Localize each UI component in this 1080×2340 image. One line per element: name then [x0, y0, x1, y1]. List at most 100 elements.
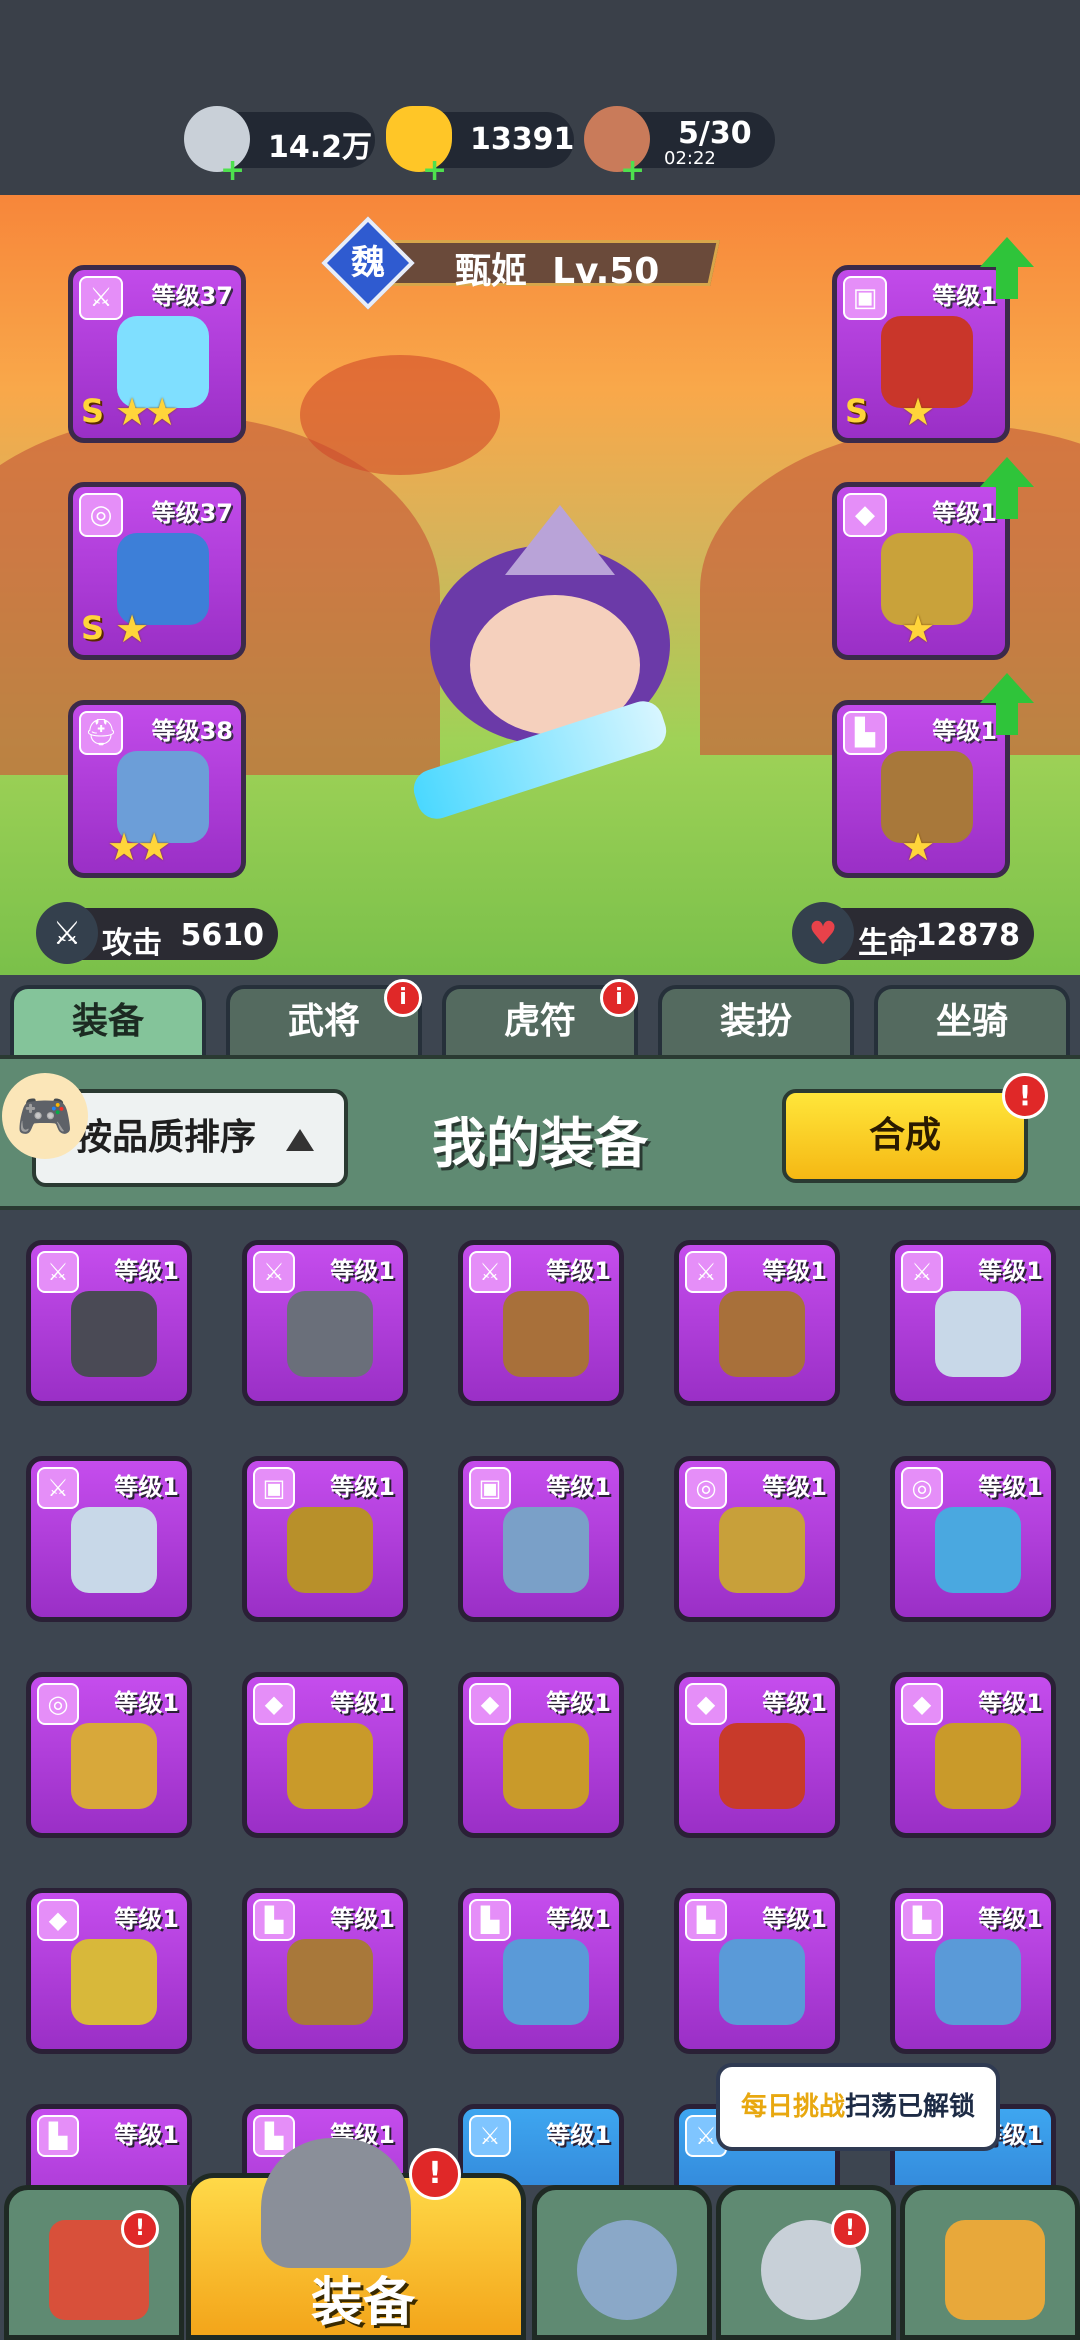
nav-battle[interactable]	[532, 2185, 712, 2340]
tab-costume[interactable]: 装扮	[658, 985, 854, 1055]
currency-bar: + 14.2万 + 13391 + 5/30 02:22	[0, 0, 1080, 195]
blue-boots-icon	[719, 1939, 805, 2025]
hp-value: 12878	[915, 918, 1020, 953]
sword-icon: ⚔	[253, 1251, 295, 1293]
bracer-icon: ◆	[685, 1683, 727, 1725]
bracer-icon: ◆	[253, 1683, 295, 1725]
gold-armor-icon	[287, 1507, 373, 1593]
attack-stat: ⚔ 攻击 5610	[36, 902, 278, 964]
hero-name-level: 甄姬 Lv.50	[455, 251, 660, 292]
crossbow-icon	[719, 1291, 805, 1377]
blue-boots-icon	[935, 1939, 1021, 2025]
inventory-item[interactable]: ◆ 等级1	[26, 1888, 192, 2054]
alert-badge: !	[1002, 1073, 1048, 1119]
inventory-item[interactable]: ▣ 等级1	[458, 1456, 624, 1622]
blue-boots-icon	[503, 1939, 589, 2025]
medal-icon: ◎	[37, 1683, 79, 1725]
inventory-item[interactable]: ⚔ 等级1	[674, 1240, 840, 1406]
inventory-item[interactable]: ⚔ 等级1	[26, 1240, 192, 1406]
item-level: 等级1	[978, 1905, 1043, 1933]
tab-equipment[interactable]: 装备	[10, 985, 206, 1055]
tab-mount[interactable]: 坐骑	[874, 985, 1070, 1055]
inventory-item[interactable]: ◆ 等级1	[242, 1672, 408, 1838]
sword-icon: ⚔	[685, 1251, 727, 1293]
inventory-item[interactable]: ◆ 等级1	[458, 1672, 624, 1838]
plus-icon[interactable]: +	[220, 156, 245, 186]
star-rating: ★	[901, 607, 935, 651]
item-level: 等级1	[762, 1473, 827, 1501]
inventory-item[interactable]: ◆ 等级1	[890, 1672, 1056, 1838]
attack-value: 5610	[180, 918, 265, 953]
plus-icon[interactable]: +	[620, 156, 645, 186]
hero-character[interactable]	[408, 505, 700, 835]
inventory-item[interactable]: ▙ 等级1	[890, 1888, 1056, 2054]
grade-label: S	[845, 392, 869, 430]
heart-icon: ♥	[792, 902, 854, 964]
tooltip-highlight: 每日挑战	[740, 2092, 845, 2122]
hero-title: 魏 甄姬 Lv.50	[321, 216, 745, 310]
item-level: 等级1	[546, 1473, 611, 1501]
info-badge: i	[600, 979, 638, 1017]
item-level: 等级38	[151, 717, 233, 745]
blue-pendant-icon	[935, 1507, 1021, 1593]
star-rating: ★	[115, 607, 149, 651]
item-level: 等级1	[546, 1905, 611, 1933]
inventory-item[interactable]: ▙ 等级1	[26, 2104, 192, 2185]
stamina-amount: 5/30	[678, 116, 752, 151]
gold-currency[interactable]: + 13391	[386, 106, 574, 186]
stamina-currency[interactable]: + 5/30 02:22	[584, 106, 775, 186]
daily-challenge-tooltip[interactable]: 每日挑战扫荡已解锁	[716, 2063, 1000, 2151]
shuriken-icon	[71, 1291, 157, 1377]
inventory-item[interactable]: ⚔ 等级1	[458, 1240, 624, 1406]
medal-icon: ◎	[901, 1467, 943, 1509]
inventory-item[interactable]: ▙ 等级1	[458, 1888, 624, 2054]
grade-label: S	[81, 609, 105, 647]
nav-challenge[interactable]: !	[716, 2185, 896, 2340]
silver-currency[interactable]: + 14.2万	[184, 106, 375, 186]
inventory-item[interactable]: ⚔ 等级1	[26, 1456, 192, 1622]
red-bracer-icon	[719, 1723, 805, 1809]
item-level: 等级1	[330, 1905, 395, 1933]
inventory-item[interactable]: ▣ 等级1	[242, 1456, 408, 1622]
boot-icon: ▙	[253, 1899, 295, 1941]
nav-equipment-label: 装备	[311, 2273, 416, 2333]
nav-upgrade[interactable]	[900, 2185, 1080, 2340]
medal-icon: ◎	[685, 1467, 727, 1509]
boot-icon: ▙	[37, 2115, 79, 2157]
boot-icon: ▙	[901, 1899, 943, 1941]
equipped-helmet-slot[interactable]: ⛑ 等级38 ★★	[68, 700, 246, 878]
inventory-item[interactable]: ◆ 等级1	[674, 1672, 840, 1838]
equipped-necklace-slot[interactable]: ◎ 等级37 S ★	[68, 482, 246, 660]
inventory-item[interactable]: ◎ 等级1	[674, 1456, 840, 1622]
equipped-weapon-slot[interactable]: ⚔ 等级37 S ★★	[68, 265, 246, 443]
info-badge: i	[384, 979, 422, 1017]
inventory-item[interactable]: ▙ 等级1	[674, 1888, 840, 2054]
plus-icon[interactable]: +	[422, 156, 447, 186]
nav-city[interactable]: !	[4, 2185, 184, 2340]
star-rating: ★	[901, 390, 935, 434]
inventory-item[interactable]: ◎ 等级1	[26, 1672, 192, 1838]
crossed-swords-icon	[577, 2220, 677, 2320]
inventory-item[interactable]: ⚔ 等级1	[242, 1240, 408, 1406]
inventory-grid: ⚔ 等级1 ⚔ 等级1 ⚔ 等级1 ⚔ 等级1 ⚔ 等级1 ⚔ 等级1 ▣ 等级1 ▣ 等级1 …	[0, 1210, 1080, 2185]
item-level: 等级1	[762, 1689, 827, 1717]
helmet-icon	[261, 2138, 411, 2268]
star-rating: ★★	[115, 390, 179, 434]
boot-icon: ▙	[843, 711, 887, 755]
boot-icon: ▙	[469, 1899, 511, 1941]
inventory-item[interactable]: ▙ 等级1	[242, 1888, 408, 2054]
jeweled-bracer-icon	[71, 1939, 157, 2025]
inventory-item[interactable]: ◎ 等级1	[890, 1456, 1056, 1622]
sword-icon: ⚔	[37, 1251, 79, 1293]
helmet-icon: ⛑	[79, 711, 123, 755]
star-rating: ★★	[107, 825, 171, 869]
item-level: 等级1	[762, 1257, 827, 1285]
inventory-item[interactable]: ⚔ 等级1	[890, 1240, 1056, 1406]
synthesize-button[interactable]: 合成	[782, 1089, 1028, 1183]
upgrade-arrow-icon	[980, 457, 1034, 519]
gold-bracer-icon	[503, 1723, 589, 1809]
item-level: 等级1	[114, 1257, 179, 1285]
nav-equipment[interactable]: 装备 !	[186, 2138, 526, 2340]
item-level: 等级1	[114, 1905, 179, 1933]
blue-armor-icon	[503, 1507, 589, 1593]
